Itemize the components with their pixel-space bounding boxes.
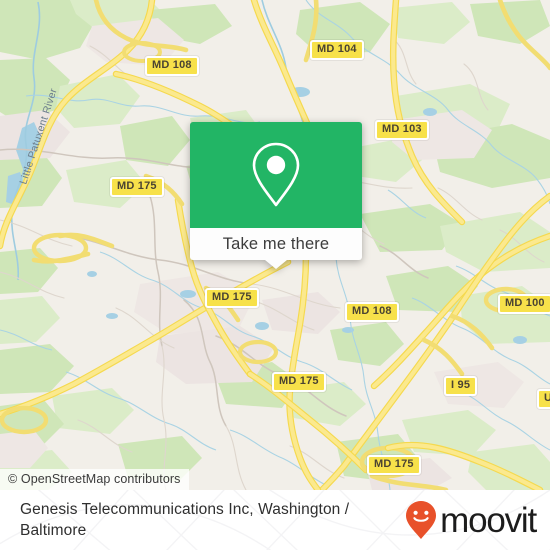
popup-footer[interactable]: Take me there <box>190 228 362 269</box>
shield-i-95: I 95 <box>444 376 478 396</box>
moovit-logo[interactable]: moovit <box>404 500 537 540</box>
shield-md-100: MD 100 <box>498 294 550 314</box>
moovit-place-screenshot: .wtr { fill:none; stroke:#9ecce0; stroke… <box>0 0 550 550</box>
popup-header <box>190 122 362 228</box>
map-pin-icon <box>252 142 300 207</box>
shield-md-175-left: MD 175 <box>110 177 164 197</box>
shield-md-103: MD 103 <box>375 120 429 140</box>
place-popup-card[interactable]: Take me there <box>190 122 362 269</box>
shield-md-175-bottom: MD 175 <box>367 455 421 475</box>
shield-md-108-top: MD 108 <box>145 56 199 76</box>
place-title: Genesis Telecommunications Inc, Washingt… <box>20 501 350 539</box>
shield-md-104: MD 104 <box>310 40 364 60</box>
shield-md-108-mid: MD 108 <box>345 302 399 322</box>
moovit-pin-icon <box>406 501 437 539</box>
popup-pointer <box>265 260 287 269</box>
shield-md-175-lower: MD 175 <box>272 372 326 392</box>
map-attribution: © OpenStreetMap contributors <box>0 469 189 490</box>
footer-bar: Genesis Telecommunications Inc, Washingt… <box>0 490 550 550</box>
moovit-wordmark: moovit <box>440 500 537 540</box>
shield-md-175-mid: MD 175 <box>205 288 259 308</box>
shield-us-1: U <box>537 389 550 409</box>
take-me-there-button[interactable]: Take me there <box>223 235 330 254</box>
